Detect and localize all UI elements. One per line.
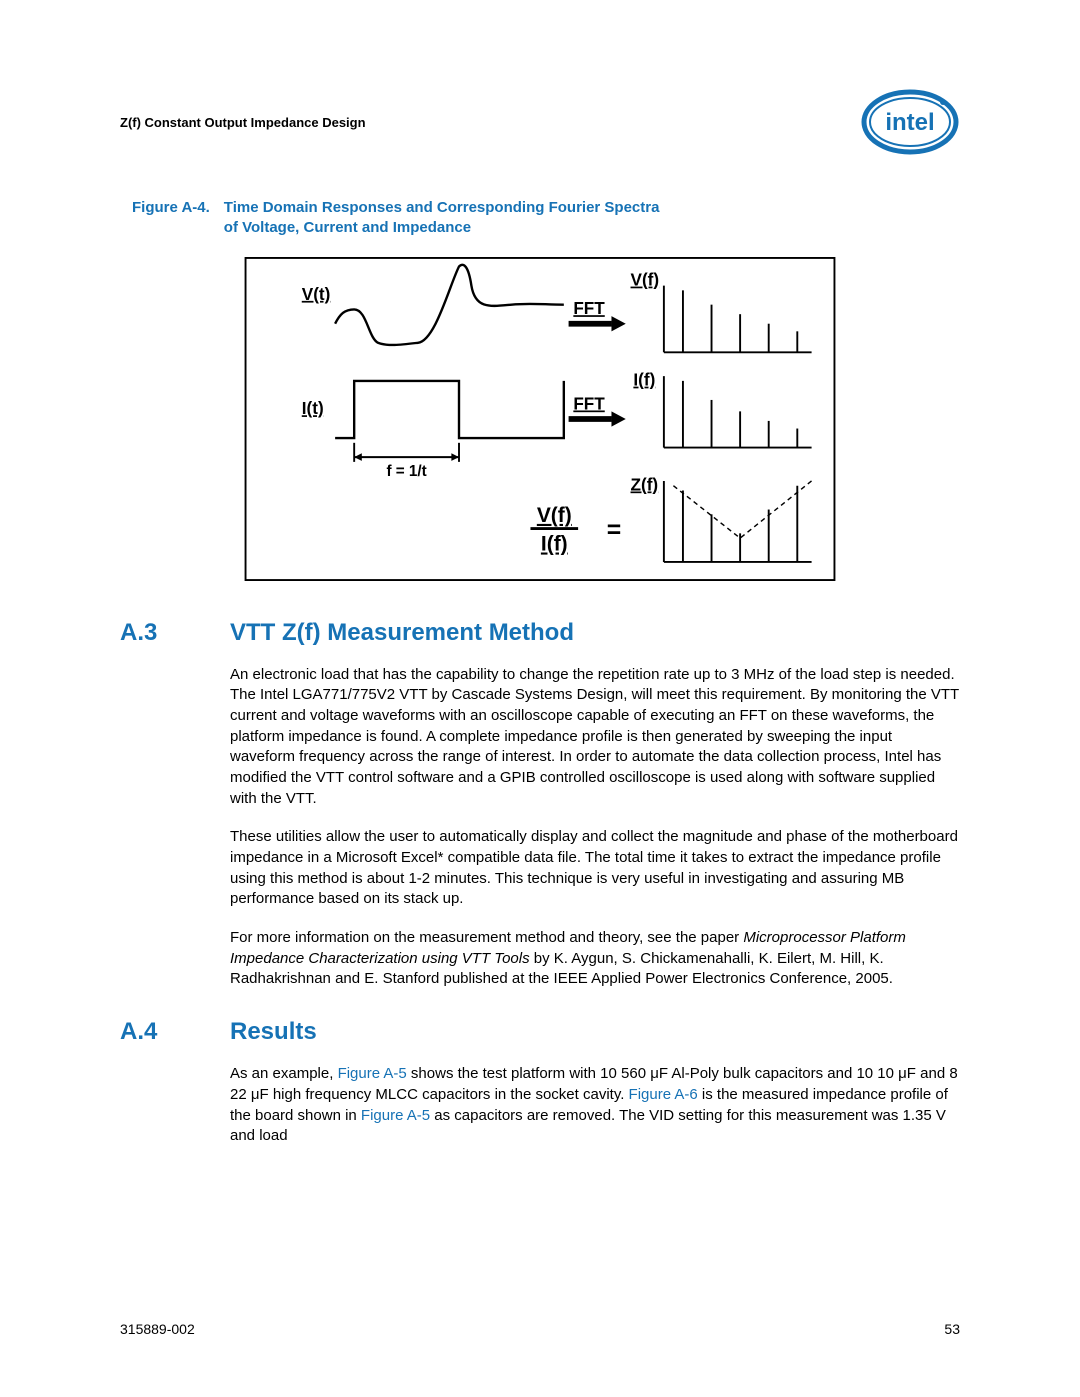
svg-text:intel: intel (885, 109, 934, 136)
figure-title: Time Domain Responses and Corresponding … (224, 198, 660, 239)
section-number: A.3 (120, 619, 230, 647)
svg-text:I(f): I(f) (633, 369, 655, 389)
figure-diagram: V(t) I(t) f = 1/t FFT FFT V(f) (230, 249, 850, 589)
section-a4-heading: A.4 Results (120, 1018, 960, 1046)
figure-link[interactable]: Figure A-5 (361, 1107, 430, 1124)
svg-text:=: = (607, 517, 621, 544)
svg-text:I(t): I(t) (302, 398, 324, 418)
svg-text:FFT: FFT (573, 393, 605, 413)
svg-text:V(f): V(f) (631, 269, 660, 289)
svg-text:V(f): V(f) (537, 503, 572, 526)
figure-caption: Figure A-4. Time Domain Responses and Co… (132, 198, 960, 239)
paragraph: These utilities allow the user to automa… (230, 827, 960, 910)
svg-text:FFT: FFT (573, 298, 605, 318)
svg-text:V(t): V(t) (302, 283, 331, 303)
paragraph: An electronic load that has the capabili… (230, 665, 960, 810)
section-number: A.4 (120, 1018, 230, 1046)
section-a4-body: As an example, Figure A-5 shows the test… (230, 1064, 960, 1147)
document-page: Z(f) Constant Output Impedance Design in… (0, 0, 1080, 1397)
footer-doc-id: 315889-002 (120, 1321, 195, 1337)
paragraph: As an example, Figure A-5 shows the test… (230, 1064, 960, 1147)
header-doc-title: Z(f) Constant Output Impedance Design (120, 115, 366, 130)
section-title: Results (230, 1018, 317, 1046)
intel-logo-icon: intel (860, 86, 960, 158)
svg-text:I(f): I(f) (541, 532, 568, 555)
section-a3-body: An electronic load that has the capabili… (230, 665, 960, 991)
footer-page-number: 53 (944, 1321, 960, 1337)
svg-text:f = 1/t: f = 1/t (386, 463, 426, 480)
section-title: VTT Z(f) Measurement Method (230, 619, 574, 647)
figure-link[interactable]: Figure A-6 (629, 1086, 698, 1103)
paragraph: For more information on the measurement … (230, 928, 960, 990)
page-header: Z(f) Constant Output Impedance Design in… (120, 86, 960, 158)
figure-link[interactable]: Figure A-5 (338, 1065, 407, 1082)
section-a3-heading: A.3 VTT Z(f) Measurement Method (120, 619, 960, 647)
svg-text:Z(f): Z(f) (631, 474, 659, 494)
page-footer: 315889-002 53 (120, 1321, 960, 1337)
figure-number: Figure A-4. (132, 198, 224, 239)
